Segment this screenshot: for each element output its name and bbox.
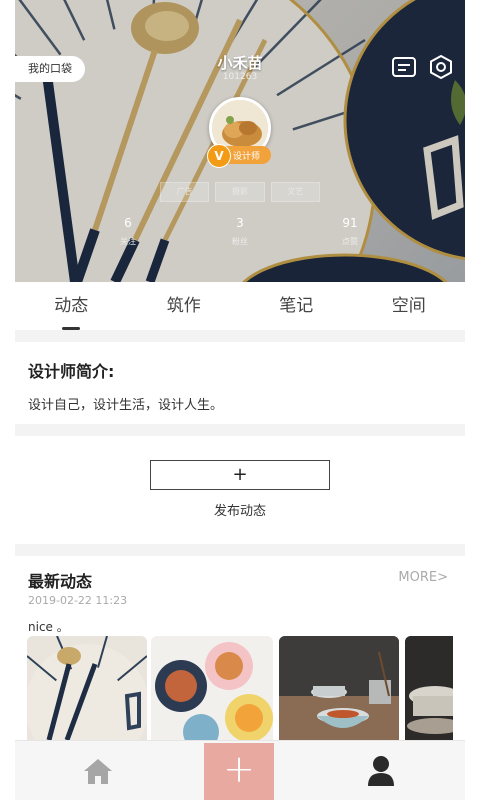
user-tag: 文艺 [270, 182, 320, 202]
tab-notes[interactable]: 笔记 [240, 282, 353, 330]
stat-label: 点赞 [342, 237, 358, 246]
designer-badge: V 设计师 [207, 144, 271, 168]
post-image[interactable] [279, 636, 399, 740]
stat-value: 91 [342, 216, 358, 230]
publish-card: + 发布动态 [15, 436, 465, 544]
latest-title: 最新动态 [28, 572, 93, 591]
publish-label[interactable]: 发布动态 [15, 500, 465, 519]
stat-following[interactable]: 6 关注 [88, 216, 168, 247]
app-frame: 我的口袋 小禾苗 101263 V 设计师 广告 摄影 文艺 6 关注 3 粉丝… [15, 0, 465, 800]
bottom-nav: + [15, 740, 465, 800]
user-id: 101263 [222, 72, 258, 82]
tab-works[interactable]: 筑作 [128, 282, 241, 330]
post-images [27, 636, 453, 740]
designer-badge-label: 设计师 [233, 152, 261, 162]
stat-label: 粉丝 [232, 237, 248, 246]
user-icon[interactable] [366, 755, 396, 787]
user-tags: 广告 摄影 文艺 [160, 182, 320, 202]
stat-likes[interactable]: 91 点赞 [310, 216, 390, 247]
bio-text: 设计自己，设计生活，设计人生。 [28, 398, 224, 413]
profile-header: 我的口袋 小禾苗 101263 V 设计师 广告 摄影 文艺 6 关注 3 粉丝… [15, 0, 465, 282]
user-tag: 摄影 [215, 182, 265, 202]
add-icon: + [223, 747, 255, 791]
verified-icon: V [207, 144, 231, 168]
user-tag: 广告 [160, 182, 210, 202]
post-text: nice 。 [28, 620, 69, 634]
latest-posts-card: 最新动态 MORE> 2019-02-22 11:23 nice 。 [15, 556, 465, 740]
profile-tabs: 动态 筑作 笔记 空间 [15, 282, 465, 330]
post-image[interactable] [405, 636, 453, 740]
publish-button[interactable]: + [150, 460, 330, 490]
more-link[interactable]: MORE> [398, 570, 448, 585]
post-image[interactable] [27, 636, 147, 740]
designer-bio-card: 设计师简介: 设计自己，设计生活，设计人生。 [15, 342, 465, 424]
add-button[interactable]: + [204, 743, 274, 800]
plus-icon: + [232, 464, 248, 485]
stat-followers[interactable]: 3 粉丝 [200, 216, 280, 247]
stat-value: 3 [236, 216, 244, 230]
tab-dynamics[interactable]: 动态 [15, 282, 128, 330]
post-image[interactable] [151, 636, 273, 740]
stat-label: 关注 [120, 237, 136, 246]
post-date: 2019-02-22 11:23 [28, 594, 128, 607]
user-nickname: 小禾苗 [217, 54, 263, 72]
stat-value: 6 [124, 216, 132, 230]
bio-title: 设计师简介: [28, 362, 115, 381]
home-icon[interactable] [83, 757, 113, 785]
tab-space[interactable]: 空间 [353, 282, 466, 330]
